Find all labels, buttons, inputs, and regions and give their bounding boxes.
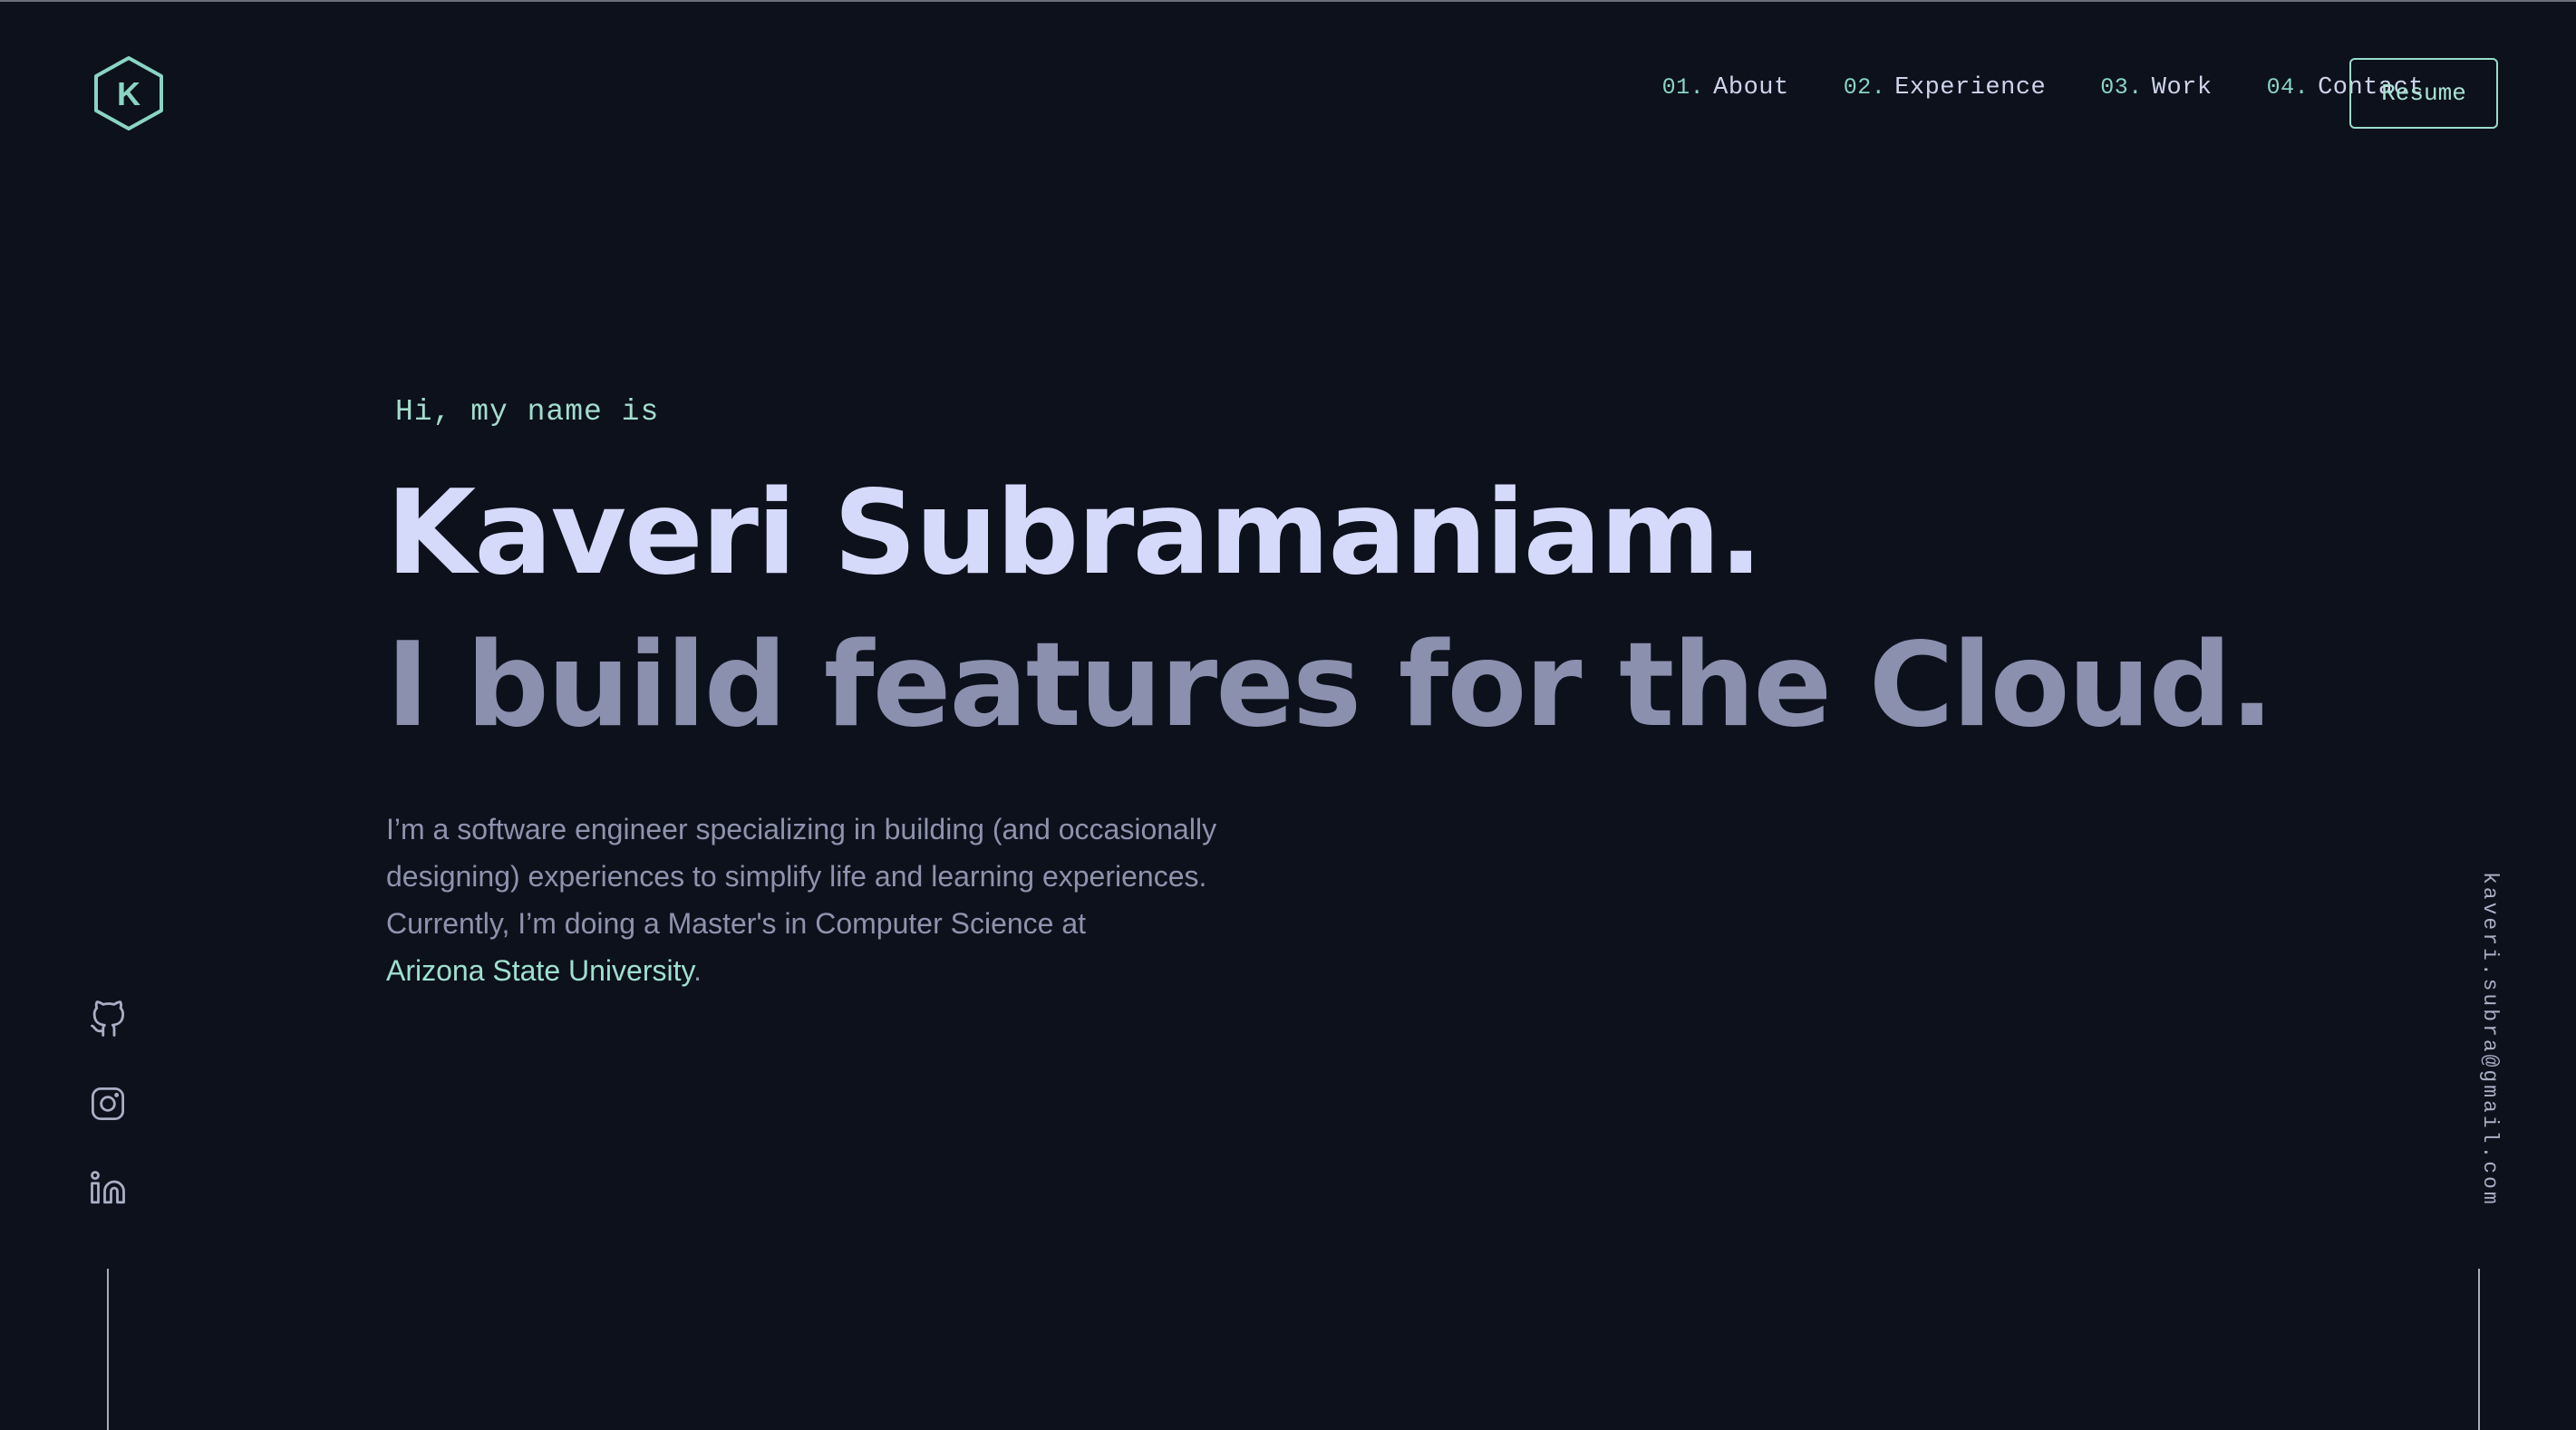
instagram-link[interactable] (87, 1083, 129, 1125)
logo-letter: K (117, 75, 140, 112)
bio-line: designing) experiences to simplify life … (386, 860, 1207, 893)
nav-item-number: 02. (1843, 74, 1886, 101)
logo-link[interactable]: K (91, 54, 167, 132)
left-rail-line (107, 1269, 109, 1430)
main-nav: 01. About 02. Experience 03. Work 04. Co… (1662, 74, 2424, 101)
social-links (87, 999, 129, 1251)
bio-end: . (693, 954, 702, 987)
nav-item-about[interactable]: 01. About (1662, 74, 1789, 101)
nav-item-label: Experience (1894, 74, 2047, 101)
nav-item-label: About (1713, 74, 1789, 101)
instagram-icon (91, 1087, 125, 1121)
hero-name: Kaveri Subramaniam. (386, 466, 1763, 601)
hero-section: Hi, my name is Kaveri Subramaniam. I bui… (386, 395, 2274, 994)
bio-line: Currently, I’m doing a Master's in Compu… (386, 907, 1087, 940)
nav-item-experience[interactable]: 02. Experience (1844, 74, 2047, 101)
email-link[interactable]: kaveri.subra@gmail.com (2478, 872, 2502, 1207)
hero-bio: I’m a software engineer specializing in … (386, 806, 1347, 994)
university-link[interactable]: Arizona State University (386, 954, 693, 987)
hero-tagline: I build features for the Cloud. (386, 618, 2274, 753)
resume-button[interactable]: Resume (2349, 58, 2498, 129)
right-rail-line (2478, 1269, 2480, 1430)
logo-hexagon-icon: K (94, 56, 163, 130)
nav-item-label: Work (2151, 74, 2213, 101)
github-icon (91, 1000, 125, 1037)
bio-line: I’m a software engineer specializing in … (386, 813, 1217, 845)
hero-greeting: Hi, my name is (395, 395, 660, 429)
linkedin-link[interactable] (87, 1167, 129, 1209)
linkedin-icon (91, 1171, 125, 1204)
nav-item-number: 04. (2266, 74, 2310, 101)
github-link[interactable] (87, 999, 129, 1040)
nav-item-number: 01. (1661, 74, 1705, 101)
nav-item-work[interactable]: 03. Work (2100, 74, 2212, 101)
nav-item-number: 03. (2100, 74, 2143, 101)
